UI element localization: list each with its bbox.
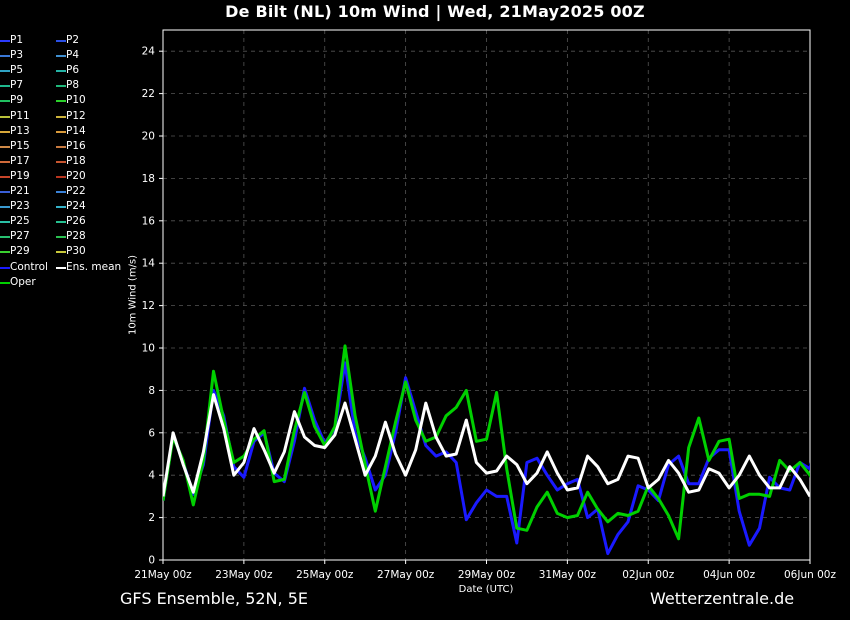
y-axis-label: 10m Wind (m/s): [127, 254, 139, 336]
x-tick-label: 29May 00z: [458, 569, 516, 581]
series-line-oper: [163, 344, 810, 541]
x-tick-label: 25May 00z: [296, 569, 354, 581]
model-source-label: GFS Ensemble, 52N, 5E: [120, 589, 308, 608]
y-tick-label: 10: [142, 343, 155, 355]
x-tick-label: 23May 00z: [215, 569, 273, 581]
x-tick-label: 02Jun 00z: [622, 569, 674, 581]
y-tick-label: 22: [142, 88, 155, 100]
x-tick-label: 31May 00z: [539, 569, 597, 581]
x-axis-label: Date (UTC): [458, 584, 514, 595]
y-tick-label: 8: [148, 385, 155, 397]
site-credit: Wetterzentrale.de: [650, 589, 795, 608]
y-tick-label: 24: [142, 46, 156, 58]
y-tick-label: 16: [142, 215, 156, 227]
y-tick-label: 14: [142, 258, 156, 270]
y-tick-label: 6: [148, 427, 155, 439]
x-tick-label: 27May 00z: [377, 569, 435, 581]
y-tick-label: 18: [142, 173, 155, 185]
y-tick-label: 20: [142, 131, 155, 143]
y-tick-label: 2: [148, 512, 155, 524]
x-tick-label: 21May 00z: [134, 569, 192, 581]
x-tick-label: 04Jun 00z: [703, 569, 755, 581]
y-tick-label: 0: [148, 555, 155, 567]
x-tick-label: 06Jun 00z: [784, 569, 836, 581]
y-tick-label: 4: [148, 470, 155, 482]
y-tick-label: 12: [142, 300, 155, 312]
